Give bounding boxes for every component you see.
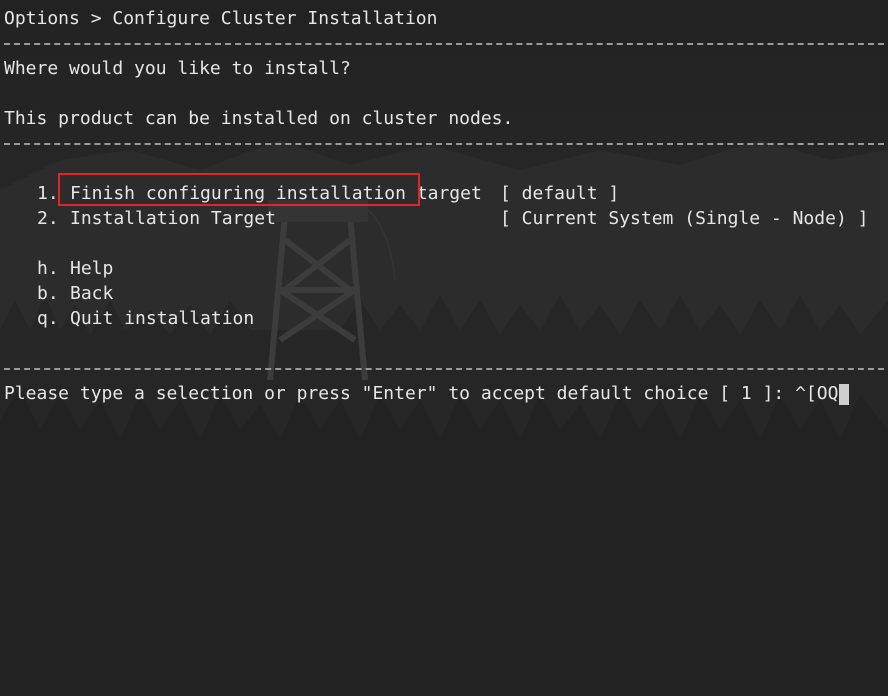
command-back[interactable]: b. Back [0, 281, 113, 306]
command-key: b. [37, 283, 59, 304]
command-label: Help [70, 258, 114, 279]
menu-item-value: [ default ] [500, 183, 620, 204]
menu-item-key: 2. [37, 208, 59, 229]
command-quit[interactable]: q. Quit installation [0, 306, 254, 331]
menu-item-key: 1. [37, 183, 59, 204]
command-label: Quit installation [70, 308, 255, 329]
description-text: This product can be installed on cluster… [4, 108, 514, 129]
terminal-window[interactable]: Options > Configure Cluster Installation… [0, 0, 888, 696]
highlight-annotation [58, 173, 420, 206]
divider [4, 43, 884, 45]
selection-prompt[interactable]: Please type a selection or press "Enter"… [4, 381, 850, 406]
command-key: q. [37, 308, 59, 329]
menu-item-label: Installation Target [70, 208, 276, 229]
prompt-text: Please type a selection or press "Enter"… [4, 383, 839, 404]
command-help[interactable]: h. Help [0, 256, 113, 281]
command-key: h. [37, 258, 59, 279]
question-text: Where would you like to install? [4, 58, 351, 79]
menu-item-finish-configuring[interactable]: 1. Finish configuring installation targe… [0, 181, 619, 206]
menu-item-installation-target[interactable]: 2. Installation Target [ Current System … [0, 206, 868, 231]
divider [4, 143, 884, 145]
breadcrumb: Options > Configure Cluster Installation [4, 8, 438, 29]
text-cursor [839, 383, 850, 405]
divider [4, 368, 884, 370]
menu-item-value: [ Current System (Single - Node) ] [500, 208, 869, 229]
command-label: Back [70, 283, 114, 304]
forest-background [0, 0, 888, 696]
